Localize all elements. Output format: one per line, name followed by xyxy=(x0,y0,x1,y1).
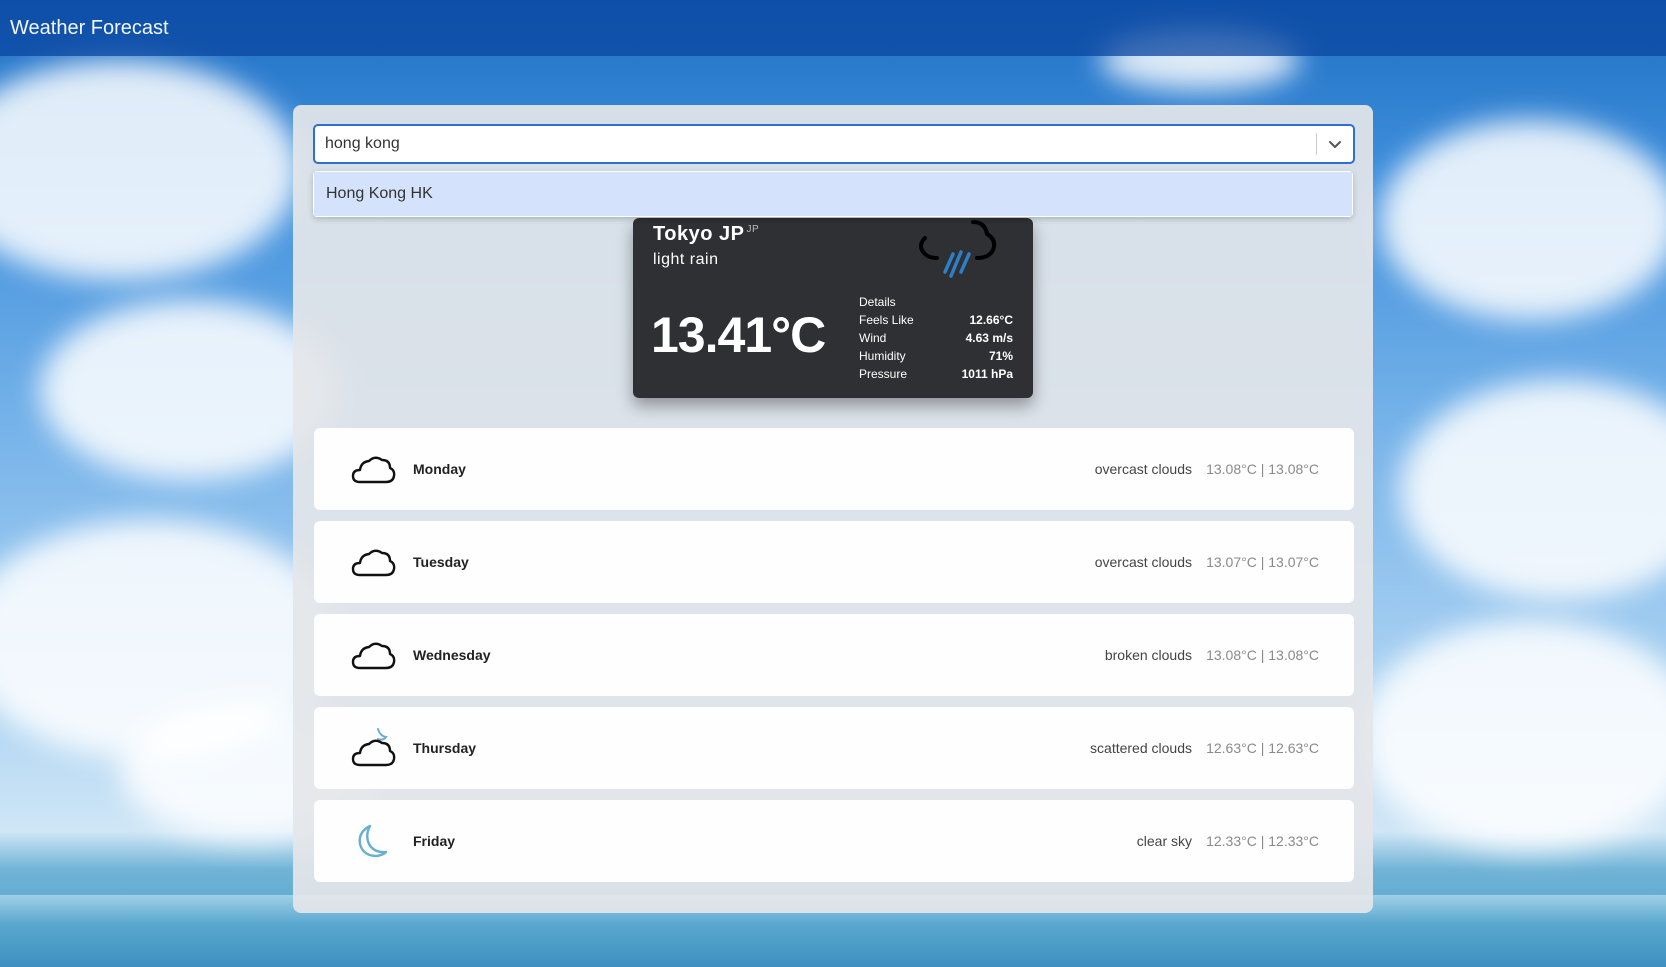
day-temperatures: 12.33°C | 12.33°C xyxy=(1206,833,1319,849)
cloud-icon xyxy=(351,549,396,577)
moon-icon xyxy=(358,824,388,858)
day-description: broken clouds xyxy=(1104,647,1192,663)
day-temperatures: 13.07°C | 13.07°C xyxy=(1206,554,1319,570)
forecast-row-monday: Monday overcast clouds 13.08°C | 13.08°C xyxy=(314,428,1354,510)
city-name: Tokyo JP JP xyxy=(653,223,759,246)
day-name: Tuesday xyxy=(413,554,469,570)
day-temperatures: 12.63°C | 12.63°C xyxy=(1206,740,1319,756)
day-name: Monday xyxy=(413,461,466,477)
cloud-moon-icon xyxy=(351,728,396,767)
detail-row-feels-like: Feels Like 12.66°C xyxy=(859,311,1013,329)
cloud-icon xyxy=(351,642,396,670)
day-name: Friday xyxy=(413,833,456,849)
dropdown-toggle-button[interactable] xyxy=(1317,126,1353,162)
current-weather-card: Tokyo JP JP light rain 13.41°C Details Fe… xyxy=(633,218,1033,398)
search-input[interactable] xyxy=(315,126,1316,162)
day-temperatures: 13.08°C | 13.08°C xyxy=(1206,461,1319,477)
forecast-row-wednesday: Wednesday broken clouds 13.08°C | 13.08°… xyxy=(314,614,1354,696)
cloud-icon xyxy=(351,456,396,484)
detail-value: 4.63 m/s xyxy=(965,331,1013,345)
detail-label: Wind xyxy=(859,331,887,345)
suggestions-dropdown: Hong Kong HK xyxy=(313,171,1353,217)
forecast-row-friday: Friday clear sky 12.33°C | 12.33°C xyxy=(314,800,1354,882)
city-label: Tokyo JP xyxy=(653,223,745,245)
rain-icon xyxy=(919,220,997,278)
detail-label: Feels Like xyxy=(859,313,914,327)
top-bar: Weather Forecast xyxy=(0,0,1666,56)
detail-value: 71% xyxy=(988,349,1013,363)
suggestion-option[interactable]: Hong Kong HK xyxy=(314,172,1352,216)
detail-value: 1011 hPa xyxy=(961,367,1013,381)
day-description: overcast clouds xyxy=(1094,461,1192,477)
country-code: JP xyxy=(746,224,760,236)
current-temperature: 13.41°C xyxy=(651,307,826,363)
detail-label: Humidity xyxy=(859,349,906,363)
detail-row-humidity: Humidity 71% xyxy=(859,347,1013,365)
day-description: clear sky xyxy=(1136,833,1192,849)
day-name: Thursday xyxy=(413,740,477,756)
day-name: Wednesday xyxy=(413,647,491,663)
app-title: Weather Forecast xyxy=(10,16,169,39)
day-temperatures: 13.08°C | 13.08°C xyxy=(1206,647,1319,663)
main-panel: Tokyo JP JP light rain 13.41°C Details Fe… xyxy=(293,105,1373,913)
day-description: scattered clouds xyxy=(1090,740,1192,756)
forecast-list: Monday overcast clouds 13.08°C | 13.08°C… xyxy=(314,428,1354,893)
details-title: Details xyxy=(859,295,896,309)
current-condition: light rain xyxy=(653,251,719,268)
detail-label: Pressure xyxy=(859,367,908,381)
forecast-row-tuesday: Tuesday overcast clouds 13.07°C | 13.07°… xyxy=(314,521,1354,603)
detail-row-pressure: Pressure 1011 hPa xyxy=(859,365,1013,383)
day-description: overcast clouds xyxy=(1094,554,1192,570)
details-panel: Details Feels Like 12.66°C Wind 4.63 m/s… xyxy=(859,293,1013,383)
detail-value: 12.66°C xyxy=(969,313,1014,327)
detail-row-wind: Wind 4.63 m/s xyxy=(859,329,1013,347)
forecast-row-thursday: Thursday scattered clouds 12.63°C | 12.6… xyxy=(314,707,1354,789)
chevron-down-icon xyxy=(1329,141,1341,148)
city-search-select[interactable] xyxy=(313,124,1355,164)
